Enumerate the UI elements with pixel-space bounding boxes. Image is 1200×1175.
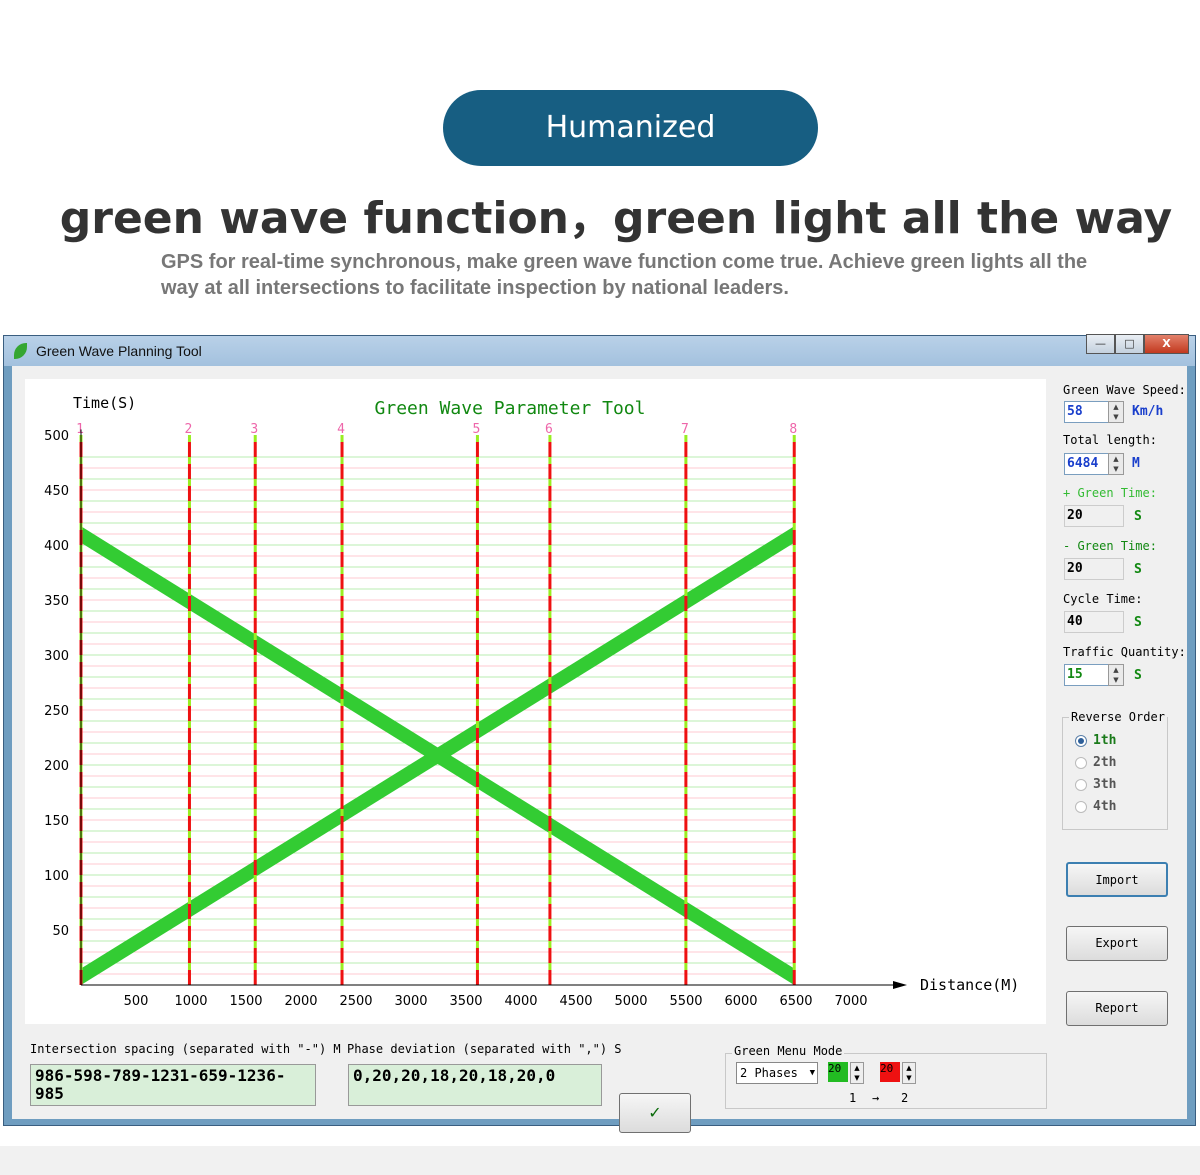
- cycle-label: Cycle Time:: [1063, 592, 1143, 606]
- plus-green-unit: S: [1134, 509, 1142, 524]
- x-axis-title: Distance(M): [920, 976, 1019, 994]
- chart-title: Green Wave Parameter Tool: [375, 398, 646, 419]
- phase-input[interactable]: 0,20,20,18,20,18,20,0: [348, 1064, 602, 1106]
- intersection-label: 2: [185, 422, 193, 437]
- arrow-right-icon: →: [872, 1091, 880, 1105]
- speed-input[interactable]: 58: [1064, 401, 1110, 423]
- y-tick-label: 450: [44, 484, 69, 499]
- x-tick-label: 3000: [394, 994, 427, 1009]
- y-tick-label: 150: [44, 814, 69, 829]
- y-tick-label: 300: [44, 649, 69, 664]
- x-tick-label: 4000: [504, 994, 537, 1009]
- radio-3th[interactable]: [1075, 779, 1087, 791]
- red-phase-box[interactable]: 20: [880, 1062, 900, 1082]
- chevron-down-icon: ▼: [809, 1068, 815, 1078]
- intersection-label: 5: [473, 422, 481, 437]
- spacing-input[interactable]: 986-598-789-1231-659-1236-985: [30, 1064, 316, 1106]
- close-button[interactable]: X: [1144, 334, 1189, 354]
- intersection-label: 6: [545, 422, 553, 437]
- traffic-label: Traffic Quantity:: [1063, 645, 1186, 659]
- x-tick-label: 4500: [559, 994, 592, 1009]
- section-pill: Humanized management: [443, 90, 818, 221]
- radio-label: 4th: [1093, 799, 1117, 814]
- minimize-button[interactable]: —: [1086, 334, 1115, 354]
- leaf-icon: [14, 343, 27, 359]
- y-axis-title: Time(S): [73, 394, 136, 412]
- x-tick-label: 2000: [284, 994, 317, 1009]
- y-tick-label: 250: [44, 704, 69, 719]
- export-button[interactable]: Export: [1066, 926, 1168, 961]
- x-tick-label: 5000: [614, 994, 647, 1009]
- x-tick-label: 2500: [339, 994, 372, 1009]
- x-tick-label: 1500: [229, 994, 262, 1009]
- x-tick-label: 7000: [834, 994, 867, 1009]
- speed-label: Green Wave Speed:: [1063, 383, 1186, 397]
- phase-label: Phase deviation (separated with ",") S: [347, 1042, 622, 1056]
- minus-green-input[interactable]: 20: [1064, 558, 1124, 580]
- bottom-band: [0, 1146, 1200, 1175]
- intersection-label: 3: [250, 422, 258, 437]
- window-title: Green Wave Planning Tool: [36, 343, 202, 359]
- minus-green-label: - Green Time:: [1063, 539, 1157, 553]
- x-tick-label: 1000: [174, 994, 207, 1009]
- traffic-input[interactable]: 15: [1064, 664, 1110, 686]
- speed-spinner[interactable]: ▲ ▼: [1108, 401, 1124, 423]
- import-button[interactable]: Import: [1066, 862, 1168, 897]
- length-input[interactable]: 6484: [1064, 453, 1110, 475]
- radio-1th[interactable]: [1075, 735, 1087, 747]
- radio-4th[interactable]: [1075, 801, 1087, 813]
- y-tick-label: 400: [44, 539, 69, 554]
- y-tick-label: 100: [44, 869, 69, 884]
- subtext: GPS for real-time synchronous, make gree…: [161, 251, 1088, 299]
- x-tick-label: 3500: [449, 994, 482, 1009]
- cycle-unit: S: [1134, 615, 1142, 630]
- y-tick-label: 200: [44, 759, 69, 774]
- traffic-unit: S: [1134, 668, 1142, 683]
- plus-green-input[interactable]: 20: [1064, 505, 1124, 527]
- intersection-label: 7: [681, 422, 689, 437]
- traffic-spinner[interactable]: ▲ ▼: [1108, 664, 1124, 686]
- reverse-order-legend: Reverse Order: [1069, 710, 1167, 724]
- client-area: 1 2 3 4 5 6 7 8 500 1000 1500 2000 2500 3000 3500 4000 4…: [12, 366, 1187, 1133]
- radio-label: 2th: [1093, 755, 1117, 770]
- intersection-label: 4: [337, 422, 345, 437]
- radio-label: 1th: [1093, 733, 1117, 748]
- maximize-button[interactable]: □: [1115, 334, 1144, 354]
- phase-seq-from: 1: [849, 1091, 857, 1105]
- length-spinner[interactable]: ▲ ▼: [1108, 453, 1124, 475]
- radio-label: 3th: [1093, 777, 1117, 792]
- title-bar: Green Wave Planning Tool — □ X: [4, 334, 1195, 366]
- minus-green-unit: S: [1134, 562, 1142, 577]
- x-tick-label: 5500: [669, 994, 702, 1009]
- x-tick-label: 6500: [779, 994, 812, 1009]
- y-tick-label: 500: [44, 429, 69, 444]
- app-window: Green Wave Planning Tool — □ X 1 2 3 4 5 6 7 8 5…: [3, 334, 1196, 1133]
- green-phase-box[interactable]: 20: [828, 1062, 848, 1082]
- headline: green wave function，green light all the …: [59, 193, 1173, 244]
- phases-value: 2 Phases: [740, 1066, 798, 1080]
- intersection-label: 8: [789, 422, 797, 437]
- green-phase-spinner[interactable]: ▲ ▼: [850, 1062, 864, 1084]
- length-label: Total length:: [1063, 433, 1157, 447]
- length-unit: M: [1132, 456, 1140, 471]
- phases-select[interactable]: 2 Phases ▼: [736, 1062, 818, 1084]
- speed-unit: Km/h: [1132, 404, 1164, 419]
- confirm-button[interactable]: ✓: [619, 1093, 691, 1133]
- y-tick-label: 350: [44, 594, 69, 609]
- report-button[interactable]: Report: [1066, 991, 1168, 1026]
- intersection-label: 1: [76, 422, 84, 437]
- red-phase-spinner[interactable]: ▲ ▼: [902, 1062, 916, 1084]
- x-tick-label: 6000: [724, 994, 757, 1009]
- green-menu-legend: Green Menu Mode: [732, 1044, 845, 1058]
- plus-green-label: + Green Time:: [1063, 486, 1157, 500]
- phase-seq-to: 2: [901, 1091, 909, 1105]
- y-tick-label: 50: [52, 924, 69, 939]
- x-tick-label: 500: [124, 994, 149, 1009]
- cycle-input[interactable]: 40: [1064, 611, 1124, 633]
- green-wave-chart: 1 2 3 4 5 6 7 8 500 1000 1500 2000 2500 3000 3500 4000 4…: [25, 379, 1046, 1024]
- radio-2th[interactable]: [1075, 757, 1087, 769]
- spacing-label: Intersection spacing (separated with "-"…: [30, 1042, 341, 1056]
